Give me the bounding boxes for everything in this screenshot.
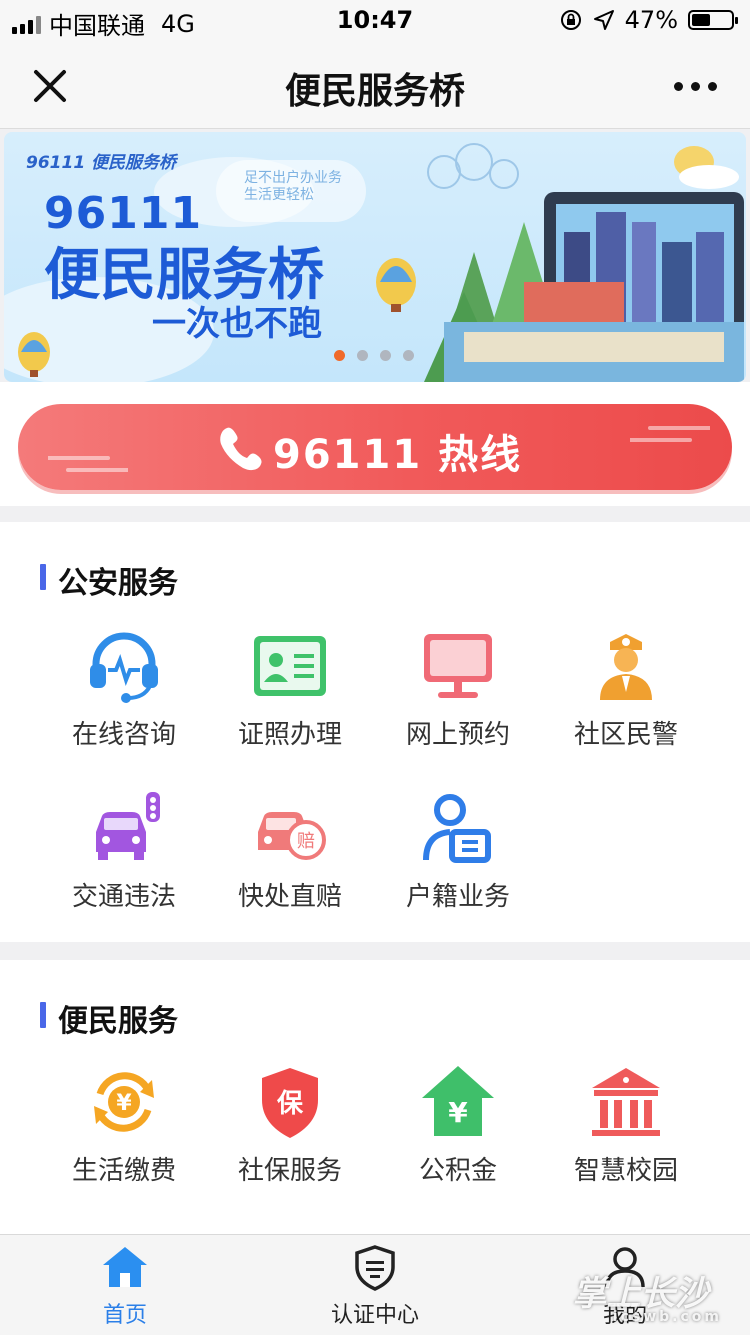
service-label: 网上预约 (405, 720, 510, 750)
location-icon (593, 10, 614, 30)
decor-lines (48, 456, 128, 472)
service-label: 在线咨询 (71, 720, 176, 750)
service-label: 生活缴费 (71, 1156, 176, 1186)
tab-label: 认证中心 (330, 1303, 419, 1328)
monitor-icon (424, 634, 492, 698)
car-compensation-icon: 赔 (258, 812, 326, 860)
battery-icon (688, 10, 738, 30)
service-label: 快处直赔 (237, 882, 342, 912)
tab-auth-center[interactable]: 认证中心 (250, 1243, 500, 1329)
home-icon (103, 1247, 147, 1287)
svg-text:赔: 赔 (297, 831, 315, 852)
status-bar: 中国联通 4G 10:47 47% (0, 0, 750, 42)
service-id-license[interactable]: 证照办理 (210, 626, 370, 751)
banner-cloud-text: 足不出户办业务 生活更轻松 (244, 170, 342, 203)
service-community-police[interactable]: 社区民警 (546, 626, 706, 751)
house-yuan-icon: ¥ (422, 1066, 494, 1136)
nav-bar: 便民服务桥 (0, 42, 750, 129)
civil-services-section: 便民服务 ¥ 生活缴费 保 社保服务 ¥ 公积金 智慧校园 (0, 960, 750, 1234)
phone-icon (220, 427, 262, 471)
service-traffic-violation[interactable]: 交通违法 (44, 788, 204, 913)
carousel-dot[interactable] (334, 350, 345, 361)
yuan-cycle-icon: ¥ (94, 1072, 154, 1132)
tab-home[interactable]: 首页 (0, 1243, 250, 1329)
headset-icon (90, 632, 158, 703)
car-traffic-light-icon (96, 792, 160, 860)
service-label: 社区民警 (573, 720, 678, 750)
service-label: 交通违法 (71, 882, 176, 912)
service-housing-fund[interactable]: ¥ 公积金 (378, 1062, 538, 1187)
tab-label: 首页 (102, 1303, 147, 1328)
section-title: 便民服务 (40, 996, 178, 1040)
shield-check-icon (355, 1245, 395, 1291)
service-label: 户籍业务 (405, 882, 510, 912)
svg-text:保: 保 (276, 1089, 304, 1119)
promo-banner[interactable]: 足不出户办业务 生活更轻松 96111 便民服务桥 96111 便民服务桥 一次… (4, 132, 746, 382)
id-card-icon (254, 636, 326, 696)
shield-bao-icon: 保 (262, 1068, 318, 1138)
rotation-lock-icon (560, 10, 581, 30)
carousel-dot[interactable] (380, 350, 391, 361)
svg-text:¥: ¥ (116, 1091, 132, 1116)
page-title: 便民服务桥 (284, 71, 465, 112)
hotline-button[interactable]: 96111 热线 (18, 404, 732, 490)
person-document-icon (423, 794, 491, 863)
police-officer-icon (600, 634, 652, 700)
service-label: 社保服务 (237, 1156, 342, 1186)
decor-lines (630, 426, 710, 442)
service-smart-campus[interactable]: 智慧校园 (546, 1062, 706, 1187)
carousel-dot[interactable] (357, 350, 368, 361)
banner-brand: 96111 便民服务桥 (26, 153, 177, 173)
service-label: 证照办理 (237, 720, 342, 750)
service-social-security[interactable]: 保 社保服务 (210, 1062, 370, 1187)
carousel-dots (334, 350, 414, 361)
service-online-appointment[interactable]: 网上预约 (378, 626, 538, 751)
service-household-registration[interactable]: 户籍业务 (378, 788, 538, 913)
police-services-section: 公安服务 在线咨询 证照办理 网上预约 社区民警 交通违法 赔 快处直赔 户籍业… (0, 522, 750, 942)
service-label: 公积金 (418, 1156, 497, 1186)
battery-percent: 47% (624, 6, 678, 34)
service-utility-payment[interactable]: ¥ 生活缴费 (44, 1062, 204, 1187)
service-label: 智慧校园 (573, 1156, 678, 1186)
watermark: 掌上长沙 icswb.com (572, 1274, 722, 1325)
hotline-section: 96111 热线 (0, 382, 750, 506)
service-online-consult[interactable]: 在线咨询 (44, 626, 204, 751)
school-building-icon (592, 1068, 660, 1136)
svg-text:¥: ¥ (448, 1096, 468, 1129)
carousel-dot[interactable] (403, 350, 414, 361)
service-quick-compensation[interactable]: 赔 快处直赔 (210, 788, 370, 913)
hotline-label: 96111 热线 (273, 432, 523, 478)
banner-subtitle: 一次也不跑 (152, 304, 322, 344)
more-icon[interactable] (674, 72, 724, 100)
section-title: 公安服务 (40, 558, 178, 602)
